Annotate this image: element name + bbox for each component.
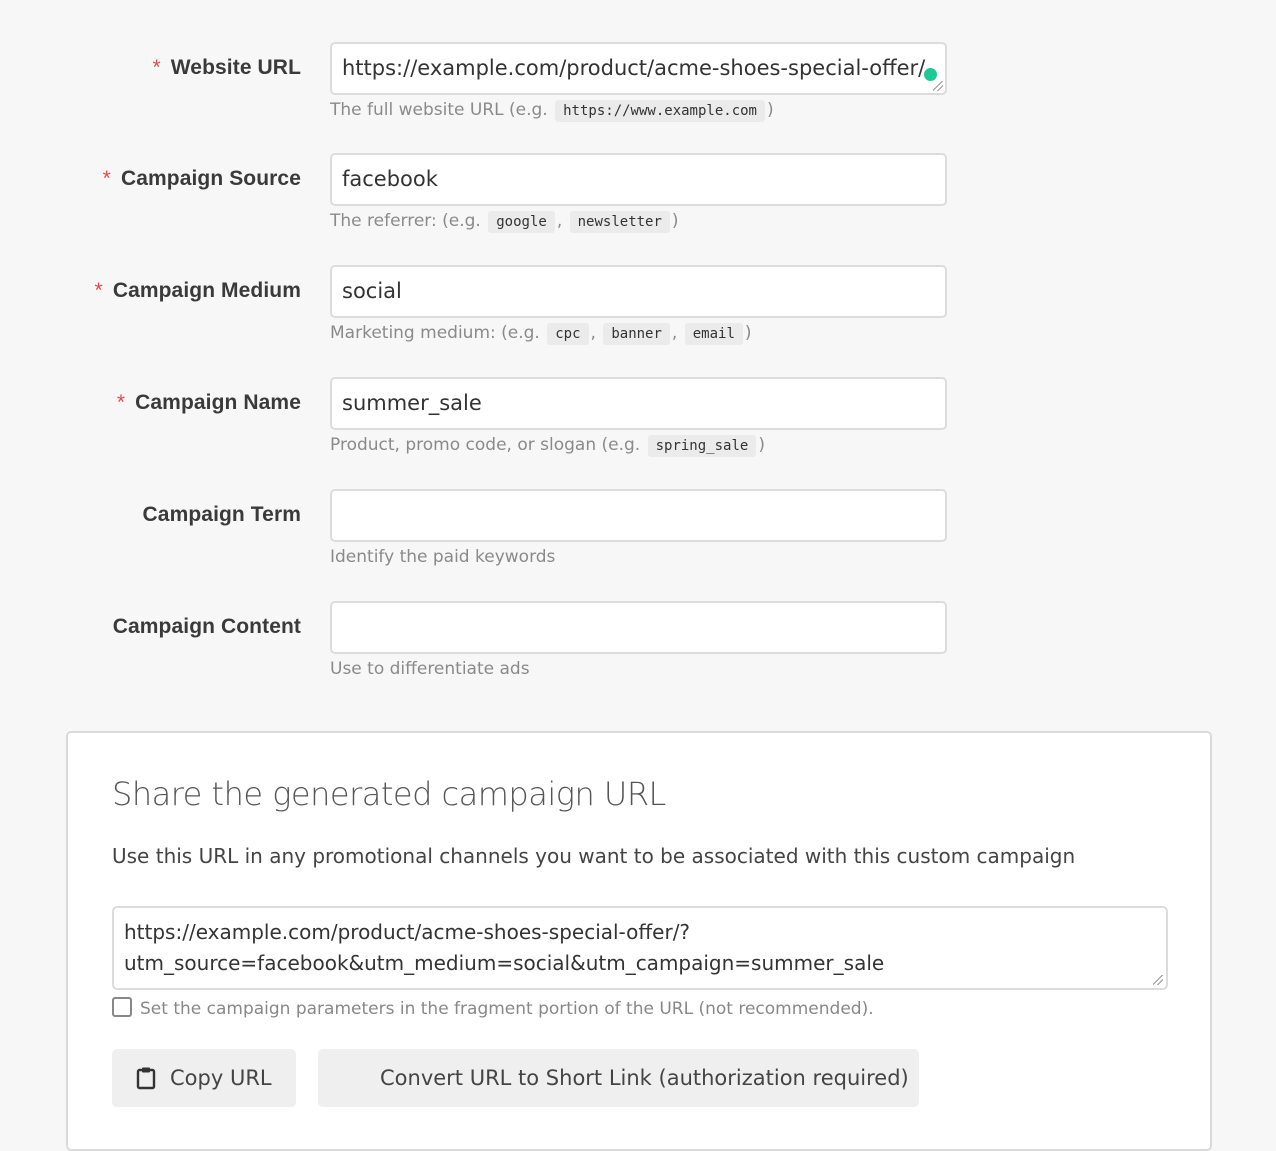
hint-suffix: ) <box>671 211 679 231</box>
required-marker: * <box>102 167 111 190</box>
campaign-name-hint: Product, promo code, or slogan (e.g. spr… <box>330 435 765 457</box>
hint-suffix: ) <box>744 323 752 343</box>
input-value: facebook <box>342 167 438 191</box>
required-marker: * <box>152 56 161 79</box>
generated-url-line: https://example.com/product/acme-shoes-s… <box>124 920 691 944</box>
campaign-medium-label: * Campaign Medium <box>95 279 301 303</box>
generated-url-line: utm_source=facebook&utm_medium=social&ut… <box>124 951 885 975</box>
input-value: summer_sale <box>342 391 482 415</box>
hint-code: newsletter <box>569 211 670 233</box>
campaign-term-label: Campaign Term <box>142 503 301 526</box>
website-url-hint: The full website URL (e.g. https://www.e… <box>330 100 774 122</box>
share-description: Use this URL in any promotional channels… <box>112 844 1076 868</box>
campaign-source-label: * Campaign Source <box>103 167 301 191</box>
status-dot-icon <box>924 68 937 81</box>
resize-handle[interactable] <box>1153 975 1163 985</box>
campaign-name-row: * Campaign Name summer_sale Product, prom… <box>0 377 1276 477</box>
resize-handle[interactable] <box>933 81 943 91</box>
campaign-name-input[interactable]: summer_sale <box>330 377 947 430</box>
generated-url-textarea[interactable]: https://example.com/product/acme-shoes-s… <box>112 906 1168 990</box>
campaign-content-row: Campaign Content Use to differentiate ad… <box>0 601 1276 701</box>
website-url-row: * Website URL https://example.com/product… <box>0 42 1276 142</box>
label-text: Campaign Medium <box>112 279 301 302</box>
campaign-source-hint: The referrer: (e.g. google, newsletter) <box>330 211 679 233</box>
hint-code: banner <box>603 323 670 345</box>
label-text: Campaign Name <box>135 391 301 414</box>
fragment-option: Set the campaign parameters in the fragm… <box>112 997 874 1019</box>
hint-suffix: ) <box>767 100 774 120</box>
campaign-name-label: * Campaign Name <box>117 391 301 415</box>
copy-url-button[interactable]: Copy URL <box>112 1049 296 1107</box>
clipboard-icon <box>136 1066 156 1090</box>
campaign-medium-row: * Campaign Medium social Marketing medium… <box>0 265 1276 365</box>
campaign-medium-input[interactable]: social <box>330 265 947 318</box>
campaign-source-row: * Campaign Source facebook The referrer: … <box>0 153 1276 253</box>
hint-code: spring_sale <box>647 435 757 457</box>
short-link-button[interactable]: Convert URL to Short Link (authorization… <box>318 1049 919 1107</box>
hint-text: The full website URL (e.g. <box>330 100 548 120</box>
campaign-content-input[interactable] <box>330 601 947 654</box>
campaign-term-input[interactable] <box>330 489 947 542</box>
input-value: social <box>342 279 402 303</box>
campaign-term-hint: Identify the paid keywords <box>330 547 556 567</box>
required-marker: * <box>116 391 126 414</box>
required-marker: * <box>94 279 103 302</box>
hint-text: Marketing medium: (e.g. <box>330 323 540 343</box>
short-link-label: Convert URL to Short Link (authorization… <box>380 1066 909 1090</box>
share-title: Share the generated campaign URL <box>112 775 666 813</box>
campaign-content-label: Campaign Content <box>112 615 301 638</box>
website-url-input[interactable]: https://example.com/product/acme-shoes-s… <box>330 42 947 95</box>
hint-code: google <box>488 211 555 233</box>
label-text: Website URL <box>170 56 301 79</box>
input-value: https://example.com/product/acme-shoes-s… <box>342 56 926 80</box>
share-url-card: Share the generated campaign URL Use thi… <box>66 731 1212 1151</box>
hint-code: email <box>684 323 743 345</box>
fragment-checkbox-label[interactable]: Set the campaign parameters in the fragm… <box>140 999 874 1019</box>
hint-text: The referrer: (e.g. <box>330 211 481 231</box>
hint-code: https://www.example.com <box>555 100 765 122</box>
copy-url-label: Copy URL <box>170 1066 272 1090</box>
fragment-checkbox[interactable] <box>112 997 132 1017</box>
campaign-content-hint: Use to differentiate ads <box>330 659 530 679</box>
hint-text: Product, promo code, or slogan (e.g. <box>330 435 641 455</box>
label-text: Campaign Source <box>120 167 301 190</box>
website-url-label: * Website URL <box>152 56 301 80</box>
campaign-medium-hint: Marketing medium: (e.g. cpc, banner, ema… <box>330 323 752 345</box>
campaign-source-input[interactable]: facebook <box>330 153 947 206</box>
hint-suffix: ) <box>758 435 765 455</box>
campaign-term-row: Campaign Term Identify the paid keywords <box>0 489 1276 589</box>
hint-code: cpc <box>547 323 589 345</box>
